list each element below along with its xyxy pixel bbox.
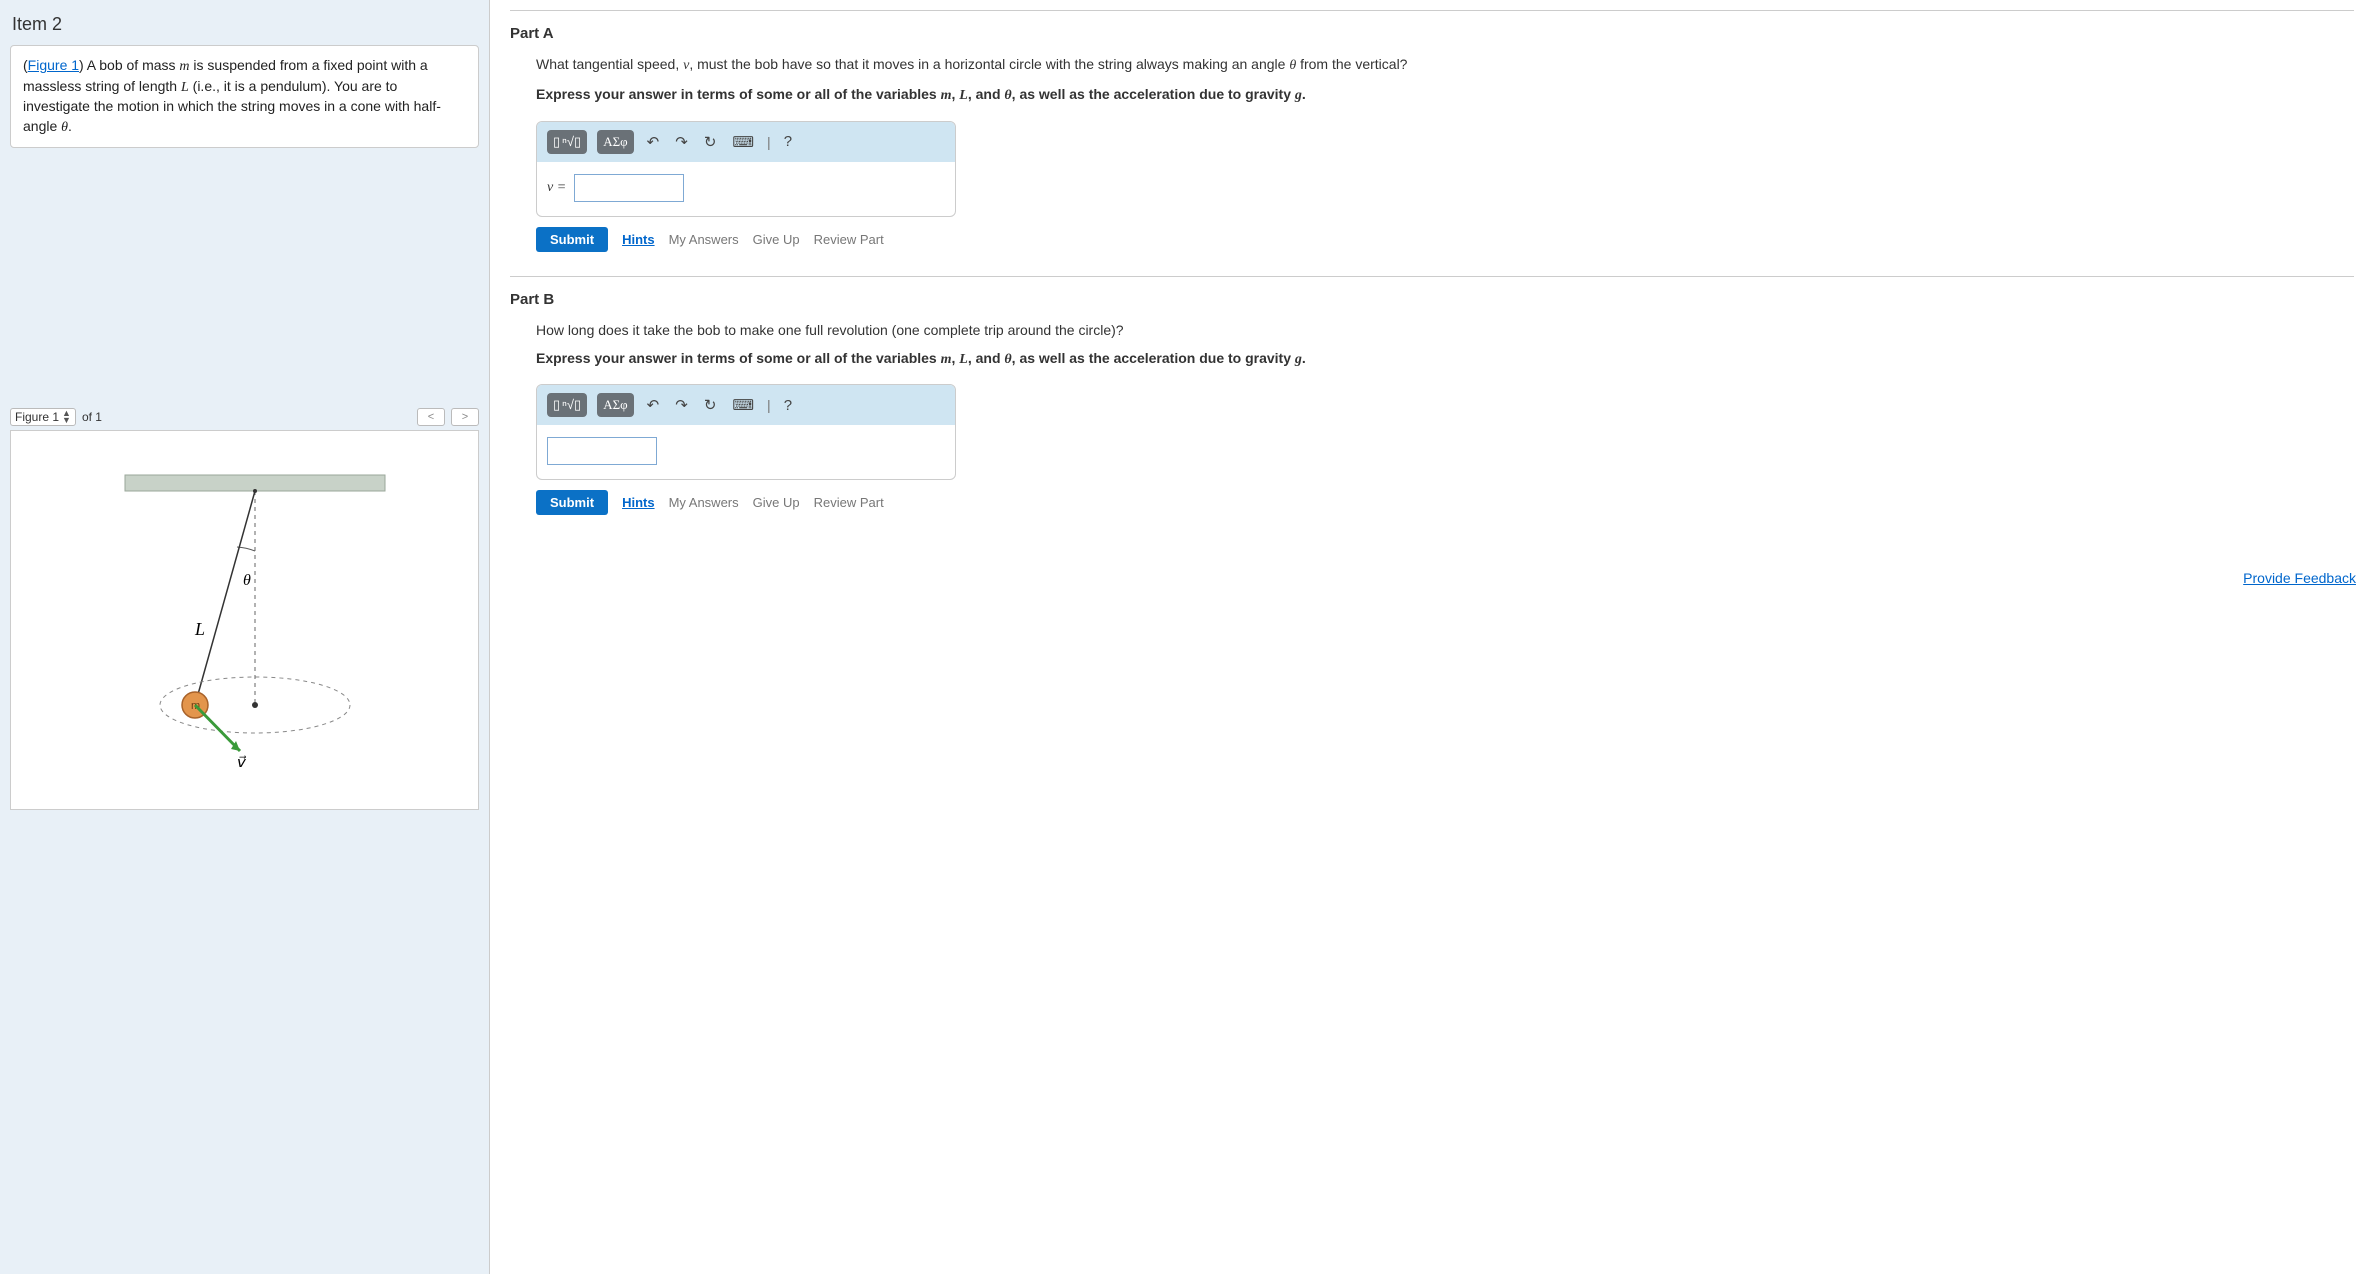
var-m: m [179,59,189,74]
figure-selector[interactable]: Figure 1 ▲▼ [10,408,76,426]
keyboard-icon-b[interactable]: ⌨ [729,396,757,414]
redo-icon-b[interactable]: ↷ [672,396,691,414]
left-panel: Item 2 (Figure 1) A bob of mass m is sus… [0,0,490,1274]
var-g-a: g [1295,88,1302,103]
problem-text-1: ) A bob of mass [79,57,179,73]
part-a-instruction: Express your answer in terms of some or … [536,84,2354,106]
part-b-answer-input[interactable] [547,437,657,465]
greek-button-b[interactable]: ΑΣφ [597,393,633,417]
var-L-b: L [959,352,968,367]
toolbar-separator: | [767,134,771,150]
figure-stepper-icon[interactable]: ▲▼ [62,410,71,424]
figure-nav: < > [417,408,479,426]
figure-next-button[interactable]: > [451,408,479,426]
part-a-toolbar: ▯ ⁿ√▯ ΑΣφ ↶ ↷ ↻ ⌨ | ? [537,122,955,162]
figure-header: Figure 1 ▲▼ of 1 < > [10,408,479,430]
problem-statement: (Figure 1) A bob of mass m is suspended … [10,45,479,148]
velocity-arrow-line [195,705,240,751]
ceiling-beam [125,475,385,491]
var-m-a: m [941,88,952,103]
part-a-actions: Submit Hints My Answers Give Up Review P… [536,227,2354,252]
part-b-instr-mid2: , and [968,350,1005,366]
figure-area: Figure 1 ▲▼ of 1 < > θ L [10,408,479,1264]
part-a-answer-label: v = [547,180,566,196]
part-a-q2: , must the bob have so that it moves in … [689,56,1289,72]
template-icon-b-b: ⁿ√▯ [562,397,581,413]
part-b-actions: Submit Hints My Answers Give Up Review P… [536,490,2354,515]
part-b: Part B How long does it take the bob to … [510,276,2354,540]
part-a-answer-row: v = [537,162,955,216]
give-up-link[interactable]: Give Up [753,232,800,247]
figure-prev-button[interactable]: < [417,408,445,426]
var-g-b: g [1295,352,1302,367]
var-theta-a2: θ [1004,88,1011,103]
hints-link-b[interactable]: Hints [622,495,655,510]
template-icon-b: ⁿ√▯ [562,134,581,150]
templates-button-b[interactable]: ▯ ⁿ√▯ [547,393,587,417]
var-m-b: m [941,352,952,367]
submit-button-b[interactable]: Submit [536,490,608,515]
submit-button[interactable]: Submit [536,227,608,252]
L-label: L [194,619,205,639]
part-a-instr-pre: Express your answer in terms of some or … [536,86,941,102]
give-up-link-b[interactable]: Give Up [753,495,800,510]
string-line [195,491,255,705]
var-L-a: L [959,88,968,103]
redo-icon[interactable]: ↷ [672,133,691,151]
v-label: v⃗ [237,755,247,771]
part-a-instr-end: . [1302,86,1306,102]
hints-link[interactable]: Hints [622,232,655,247]
part-b-body: How long does it take the bob to make on… [510,320,2354,516]
pendulum-figure-svg: θ L m v⃗ [65,455,425,785]
center-dot [252,702,258,708]
figure-canvas: θ L m v⃗ [10,430,479,810]
part-b-instr-pre: Express your answer in terms of some or … [536,350,941,366]
part-b-title: Part B [510,291,2354,308]
my-answers-link[interactable]: My Answers [669,232,739,247]
part-a-body: What tangential speed, v, must the bob h… [510,54,2354,252]
help-icon[interactable]: ? [781,133,795,150]
part-b-answer-row [537,425,955,479]
part-a-q1: What tangential speed, [536,56,683,72]
theta-label: θ [243,572,251,589]
figure-link[interactable]: Figure 1 [28,57,79,73]
figure-selector-label: Figure 1 [15,410,59,424]
var-theta: θ [61,120,68,135]
part-a-title: Part A [510,25,2354,42]
part-a-answer-box: ▯ ⁿ√▯ ΑΣφ ↶ ↷ ↻ ⌨ | ? v = [536,121,956,217]
toolbar-separator-b: | [767,397,771,413]
figure-of-label: of 1 [82,410,102,424]
part-b-instr-post: , as well as the acceleration due to gra… [1012,350,1295,366]
reset-icon[interactable]: ↻ [701,133,720,151]
template-icon-a-b: ▯ [553,397,560,413]
part-b-instr-end: . [1302,350,1306,366]
part-a-instr-mid2: , and [968,86,1005,102]
problem-text-4: . [68,118,72,134]
my-answers-link-b[interactable]: My Answers [669,495,739,510]
provide-feedback-link[interactable]: Provide Feedback [2243,570,2356,586]
part-b-question: How long does it take the bob to make on… [536,320,2354,340]
review-part-link[interactable]: Review Part [814,232,884,247]
item-title: Item 2 [10,10,479,45]
greek-button[interactable]: ΑΣφ [597,130,633,154]
template-icon-a: ▯ [553,134,560,150]
part-a-instr-post: , as well as the acceleration due to gra… [1012,86,1295,102]
right-panel: Part A What tangential speed, v, must th… [490,0,2374,1274]
undo-icon-b[interactable]: ↶ [644,396,663,414]
part-a-q3: from the vertical? [1296,56,1407,72]
reset-icon-b[interactable]: ↻ [701,396,720,414]
var-L: L [181,80,189,95]
part-a-answer-input[interactable] [574,174,684,202]
part-b-answer-box: ▯ ⁿ√▯ ΑΣφ ↶ ↷ ↻ ⌨ | ? [536,384,956,480]
keyboard-icon[interactable]: ⌨ [729,133,757,151]
review-part-link-b[interactable]: Review Part [814,495,884,510]
part-b-instruction: Express your answer in terms of some or … [536,348,2354,370]
part-a-question: What tangential speed, v, must the bob h… [536,54,2354,76]
var-theta-b: θ [1004,352,1011,367]
help-icon-b[interactable]: ? [781,397,795,414]
part-b-toolbar: ▯ ⁿ√▯ ΑΣφ ↶ ↷ ↻ ⌨ | ? [537,385,955,425]
undo-icon[interactable]: ↶ [644,133,663,151]
templates-button[interactable]: ▯ ⁿ√▯ [547,130,587,154]
part-a: Part A What tangential speed, v, must th… [510,10,2354,276]
